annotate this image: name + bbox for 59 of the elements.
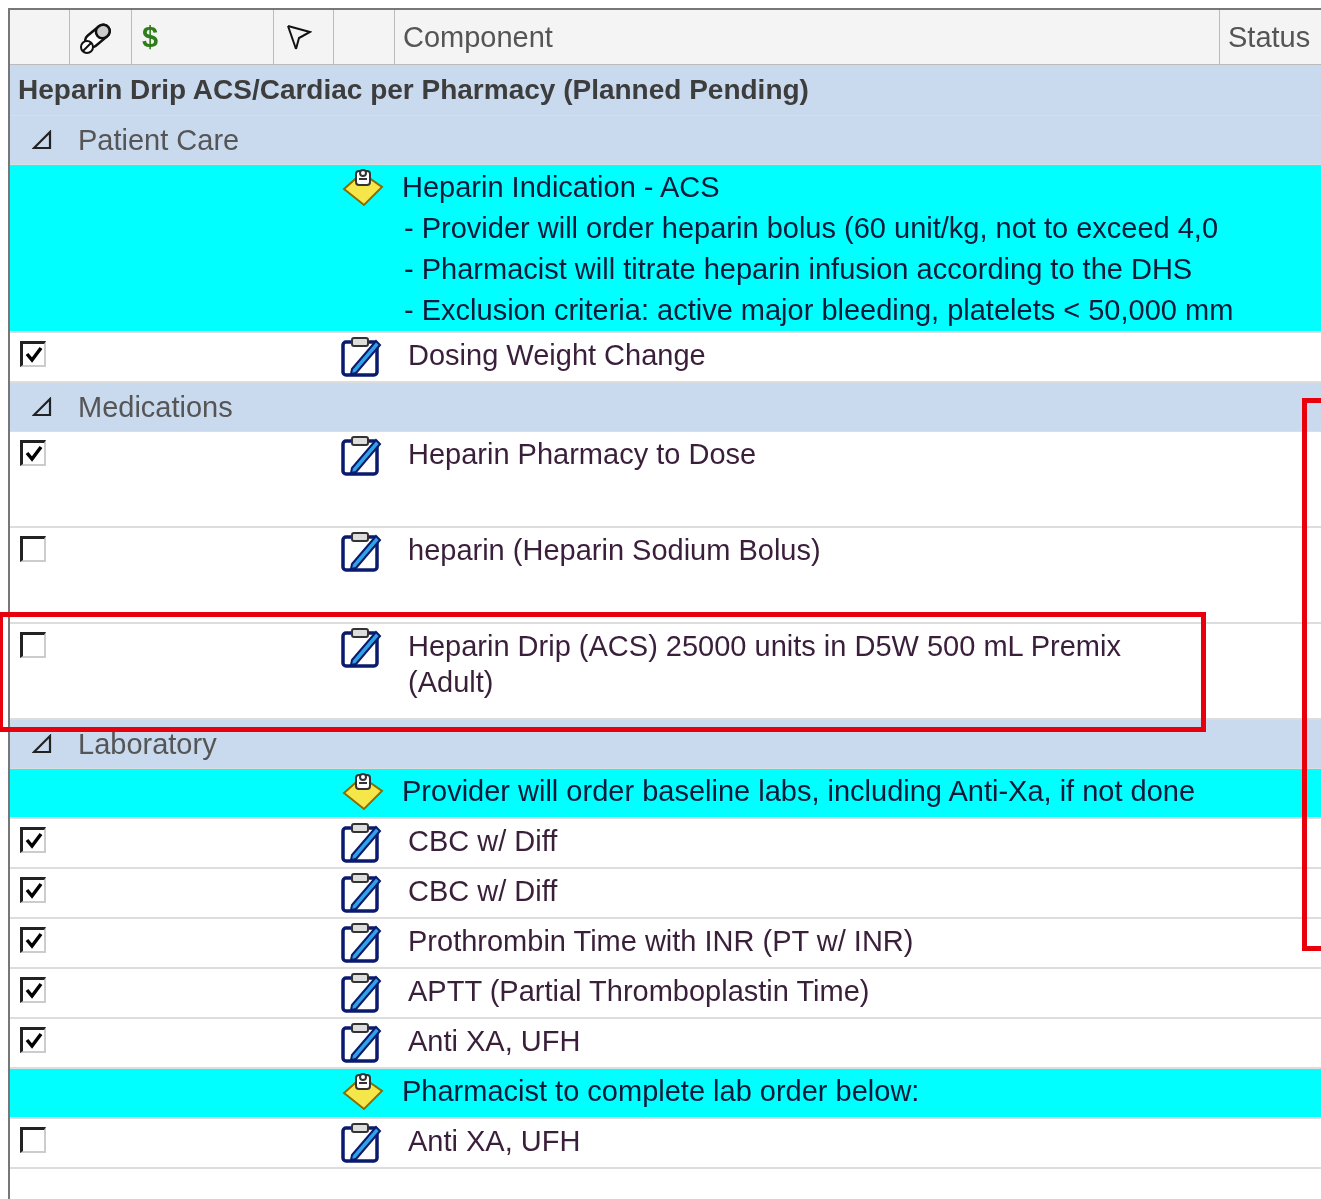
order-row[interactable]: heparin (Heparin Sodium Bolus)	[10, 528, 1321, 624]
order-name: Anti XA, UFH	[407, 1024, 581, 1059]
order-name: Anti XA, UFH	[407, 1124, 581, 1159]
expand-icon[interactable]	[32, 130, 52, 150]
checkbox[interactable]	[20, 632, 46, 658]
order-name: CBC w/ Diff	[407, 824, 558, 859]
order-row[interactable]: Prothrombin Time with INR (PT w/ INR)	[10, 919, 1321, 969]
note-icon	[340, 1071, 386, 1113]
clipboard-pencil-icon	[340, 821, 384, 863]
section-header[interactable]: Laboratory	[10, 720, 1321, 769]
order-name: Heparin Drip (ACS) 25000 units in D5W 500 mL Premix (Adult)	[407, 629, 1121, 700]
checkbox[interactable]	[20, 341, 46, 367]
clipboard-pencil-icon	[340, 434, 384, 476]
clipboard-pencil-icon	[340, 335, 384, 377]
order-name: Heparin Pharmacy to Dose	[407, 437, 757, 472]
checkbox[interactable]	[20, 827, 46, 853]
order-row[interactable]: Anti XA, UFH	[10, 1119, 1321, 1169]
note-text: Provider will order baseline labs, including Anti-Xa, if not done	[402, 774, 1196, 809]
order-row[interactable]: CBC w/ Diff	[10, 869, 1321, 919]
section-label: Medications	[78, 390, 233, 424]
clipboard-pencil-icon	[340, 921, 384, 963]
note-icon	[340, 771, 386, 813]
note-icon	[340, 167, 386, 209]
section-header[interactable]: Medications	[10, 383, 1321, 432]
checkbox[interactable]	[20, 977, 46, 1003]
order-row[interactable]: CBC w/ Diff	[10, 819, 1321, 869]
order-name: Prothrombin Time with INR (PT w/ INR)	[407, 924, 914, 959]
clipboard-pencil-icon	[340, 530, 384, 572]
clipboard-pencil-icon	[340, 626, 384, 668]
clipboard-pencil-icon	[340, 1021, 384, 1063]
note-text: - Pharmacist will titrate heparin infusion according to the DHS	[403, 252, 1194, 287]
note-text: Heparin Indication - ACS	[402, 170, 721, 205]
order-name: heparin (Heparin Sodium Bolus)	[407, 533, 821, 568]
checkbox[interactable]	[20, 536, 46, 562]
section-label: Patient Care	[78, 123, 240, 157]
note-text: Pharmacist to complete lab order below:	[402, 1074, 920, 1109]
clipboard-pencil-icon	[340, 871, 384, 913]
clipboard-pencil-icon	[340, 1121, 384, 1163]
order-name: APTT (Partial Thromboplastin Time)	[407, 974, 870, 1009]
section-header[interactable]: Patient Care	[10, 116, 1321, 165]
expand-icon[interactable]	[32, 397, 52, 417]
component-column-header[interactable]: Component	[403, 20, 553, 54]
checkbox[interactable]	[20, 1027, 46, 1053]
expand-icon[interactable]	[32, 734, 52, 754]
order-name: Dosing Weight Change	[407, 338, 706, 373]
clipboard-pencil-icon	[340, 971, 384, 1013]
order-row[interactable]: APTT (Partial Thromboplastin Time)	[10, 969, 1321, 1019]
plan-title: Heparin Drip ACS/Cardiac per Pharmacy (Planned Pending)	[18, 74, 809, 106]
order-name: CBC w/ Diff	[407, 874, 558, 909]
checkbox[interactable]	[20, 440, 46, 466]
cost-column-header[interactable]: $	[142, 20, 159, 54]
status-column-header[interactable]: Status	[1228, 20, 1311, 54]
section-label: Laboratory	[78, 727, 217, 761]
note-text: - Exclusion criteria: active major bleeding, platelets < 50,000 mm	[403, 293, 1234, 328]
order-row[interactable]: Heparin Pharmacy to Dose	[10, 432, 1321, 528]
note-text: - Provider will order heparin bolus (60 unit/kg, not to exceed 4,0	[403, 211, 1220, 246]
checkbox[interactable]	[20, 877, 46, 903]
checkbox[interactable]	[20, 927, 46, 953]
checkbox[interactable]	[20, 1127, 46, 1153]
